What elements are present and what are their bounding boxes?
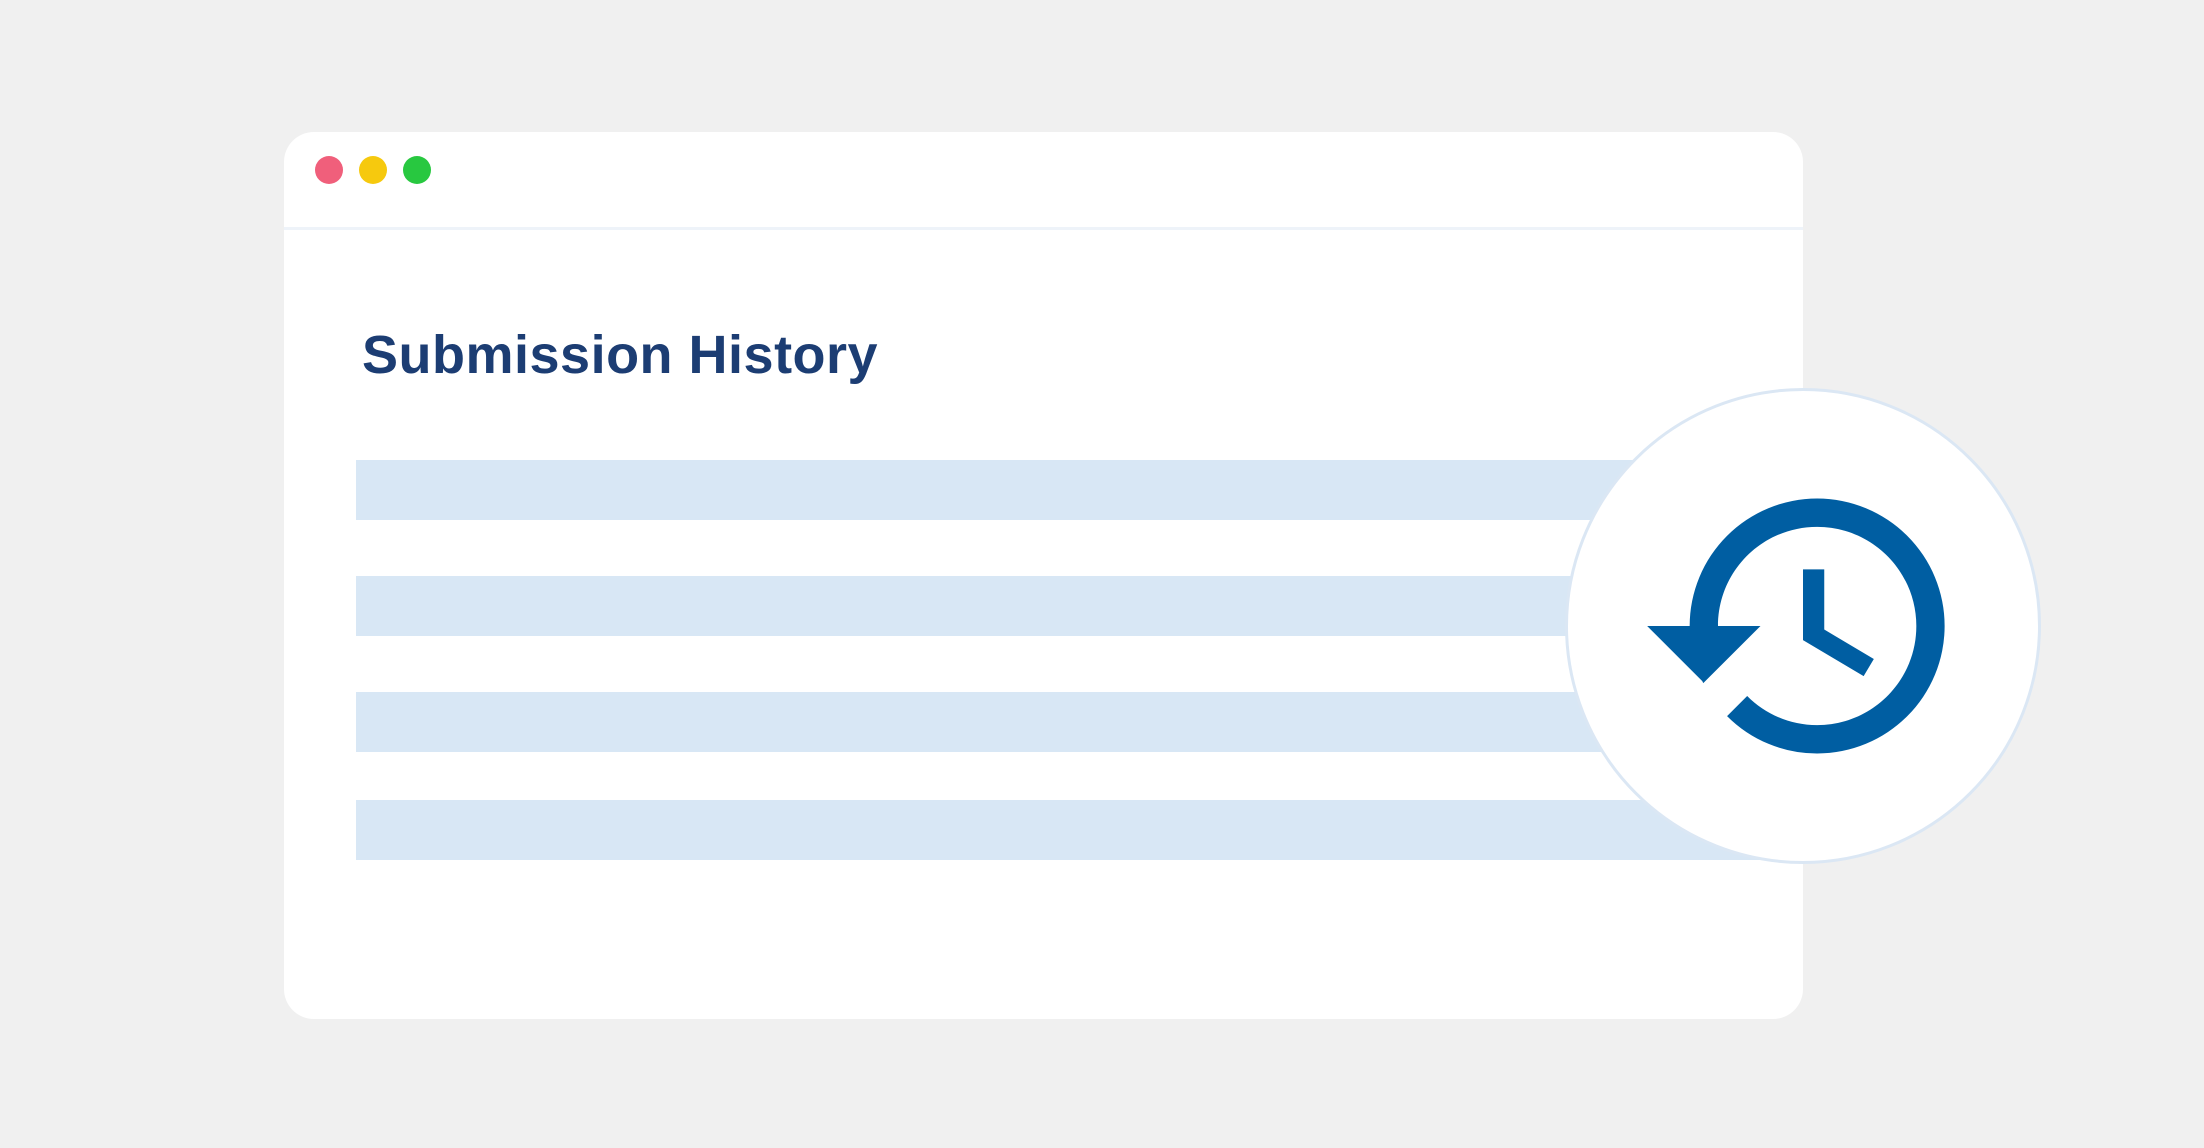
- placeholder-row: [356, 800, 1796, 860]
- placeholder-row: [356, 460, 1796, 520]
- history-clock-icon: [1647, 498, 1945, 754]
- history-badge: [1565, 388, 2041, 864]
- close-window-button[interactable]: [315, 156, 343, 184]
- title-bar: [284, 132, 1803, 230]
- minimize-window-button[interactable]: [359, 156, 387, 184]
- page-title: Submission History: [362, 325, 879, 385]
- maximize-window-button[interactable]: [403, 156, 431, 184]
